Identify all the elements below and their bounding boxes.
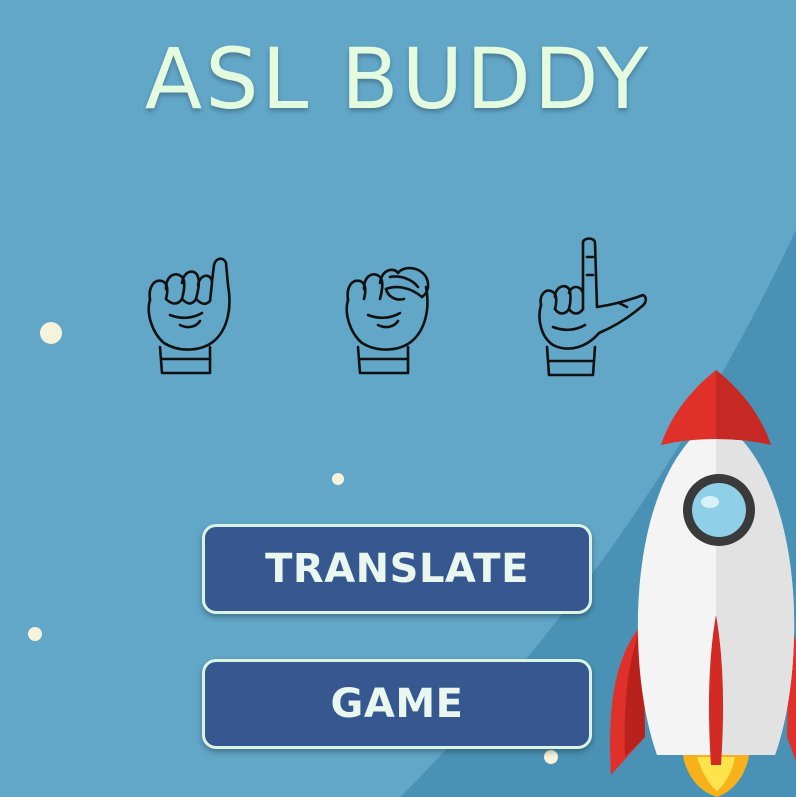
hand-sign-a-icon	[147, 257, 231, 375]
hand-sign-s-icon	[345, 266, 430, 375]
star-dot	[40, 322, 62, 344]
star-dot	[544, 750, 558, 764]
game-button[interactable]: GAME	[202, 659, 592, 749]
star-dot	[28, 627, 42, 641]
rocket-illustration	[610, 370, 796, 797]
hand-sign-l-icon	[538, 237, 648, 377]
star-dot	[332, 473, 344, 485]
app-title: ASL BUDDY	[144, 30, 652, 128]
home-screen: ASL BUDDY TRANSLATE GAME	[0, 0, 796, 797]
translate-button[interactable]: TRANSLATE	[202, 524, 592, 614]
